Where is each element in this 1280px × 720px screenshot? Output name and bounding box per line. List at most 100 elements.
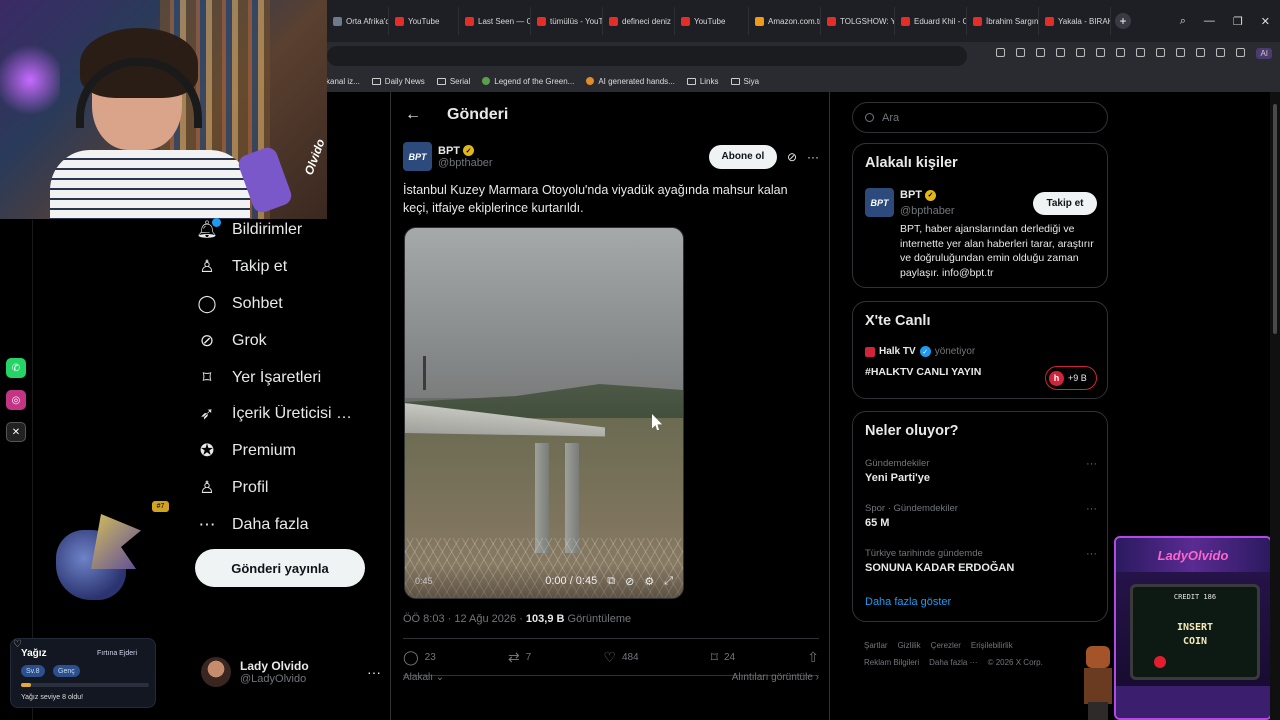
footer-link[interactable]: Çerezler <box>931 641 961 650</box>
browser-tab[interactable]: Eduard Khil - O <box>895 7 967 35</box>
profile-icon[interactable] <box>1156 48 1166 57</box>
browser-tab[interactable]: Last Seen — O <box>459 7 531 35</box>
shield-icon[interactable] <box>1056 48 1066 57</box>
follow-button[interactable]: Takip et <box>1033 192 1097 215</box>
author-handle[interactable]: @bpthaber <box>438 157 493 169</box>
trend-more-icon[interactable]: ··· <box>1086 458 1097 470</box>
browser-tab[interactable]: Orta Afrika'da <box>327 7 389 35</box>
bookmark-button[interactable]: ⌑ 24 <box>711 649 735 666</box>
bookmark-item[interactable]: kanal iz... <box>326 77 360 86</box>
footer-link[interactable]: Erişilebilirlik <box>971 641 1013 650</box>
grok-icon[interactable]: ⊘ <box>787 150 797 164</box>
show-more-link[interactable]: Daha fazla göster <box>865 596 951 608</box>
like-button[interactable]: ♡ 484 <box>603 649 638 666</box>
browser-tab[interactable]: YouTube <box>389 7 459 35</box>
captions-icon[interactable]: ⧉ <box>607 575 615 588</box>
live-topic[interactable]: #HALKTV CANLI YAYIN <box>865 366 981 378</box>
account-switcher[interactable]: Lady Olvido @LadyOlvido ··· <box>201 652 381 692</box>
bookmark-item[interactable]: AI generated hands... <box>586 77 675 86</box>
footer-link[interactable]: Daha fazla ··· <box>929 658 977 667</box>
close-window-icon[interactable]: ✕ <box>1261 15 1270 28</box>
related-logo[interactable]: BPT <box>865 188 894 217</box>
scrollbar-thumb[interactable] <box>1273 104 1277 334</box>
download-icon[interactable] <box>1116 48 1126 57</box>
related-name-row[interactable]: BPT ✓ <box>900 189 936 201</box>
camera-icon[interactable] <box>1036 48 1046 57</box>
footer-link[interactable]: Gizlilik <box>898 641 921 650</box>
new-tab-button[interactable]: + <box>1115 13 1131 29</box>
back-arrow-icon[interactable]: ← <box>405 106 421 124</box>
trend-more-icon[interactable]: ··· <box>1086 503 1097 515</box>
bookmark-item[interactable]: Daily News <box>371 77 425 86</box>
repost-button[interactable]: ⇄ 7 <box>508 649 531 666</box>
quotes-link[interactable]: Alıntıları görüntüle › <box>732 672 819 683</box>
footer-link[interactable]: Reklam Bilgileri <box>864 658 919 667</box>
browser-tab[interactable]: defineci deniz <box>603 7 675 35</box>
address-field[interactable] <box>327 46 967 66</box>
reply-button[interactable]: ◯ 23 <box>403 649 436 666</box>
menu-icon[interactable] <box>1136 48 1146 57</box>
instagram-icon[interactable]: ◎ <box>6 390 26 410</box>
browser-tab[interactable]: YouTube <box>675 7 749 35</box>
restore-icon[interactable]: ❐ <box>1233 15 1243 28</box>
related-handle[interactable]: @bpthaber <box>900 205 955 217</box>
sidebar-item-bell[interactable]: 🔔︎ Bildirimler <box>196 212 376 249</box>
browser-tab[interactable]: tümülüs - YouT <box>531 7 603 35</box>
zoom-icon[interactable] <box>996 48 1006 57</box>
footer-link[interactable]: © 2026 X Corp. <box>988 658 1043 667</box>
extension-icon-3[interactable] <box>1216 48 1226 57</box>
author-logo[interactable]: BPT <box>403 142 432 171</box>
page-scrollbar[interactable] <box>1270 92 1280 720</box>
more-options-icon[interactable]: ··· <box>807 150 819 164</box>
bookmark-item[interactable]: Legend of the Green... <box>482 77 574 86</box>
related-name[interactable]: BPT <box>900 189 922 201</box>
sidebar-item-person-add[interactable]: ♙ Takip et <box>196 249 376 286</box>
sidebar-item-person[interactable]: ♙ Profil <box>196 470 376 507</box>
bookmark-item[interactable]: Serial <box>436 77 470 86</box>
bookmark-item[interactable]: Siya <box>730 77 759 86</box>
extension-icon[interactable] <box>1176 48 1186 57</box>
live-listeners[interactable]: h +9 B <box>1045 366 1097 390</box>
sidebar-item-more-circle[interactable]: ⋯ Daha fazla <box>196 506 376 543</box>
ai-button[interactable]: AI <box>1256 48 1272 59</box>
edit-icon[interactable] <box>1016 48 1026 57</box>
subscribe-button[interactable]: Abone ol <box>708 144 777 169</box>
live-host[interactable]: Halk TV ✓ yönetiyor <box>865 346 975 357</box>
sidebar-item-verified[interactable]: ✪ Premium <box>196 433 376 470</box>
extension-icon-4[interactable] <box>1236 48 1246 57</box>
whatsapp-icon[interactable]: ✆ <box>6 358 26 378</box>
relevant-sort[interactable]: Alakalı ⌄ <box>403 672 444 683</box>
search-tabs-icon[interactable]: ⌕ <box>1180 15 1186 28</box>
trend-more-icon[interactable]: ··· <box>1086 548 1097 560</box>
x-icon[interactable]: ✕ <box>6 422 26 442</box>
trend-item[interactable]: Gündemdekiler Yeni Parti'ye ··· <box>865 458 1097 484</box>
author-name-row[interactable]: BPT ✓ <box>438 145 493 157</box>
sidebar-item-grok[interactable]: ⊘ Grok <box>196 322 376 359</box>
bookmark-item[interactable]: Links <box>686 77 719 86</box>
browser-tab[interactable]: Amazon.com.tr <box>749 7 821 35</box>
browser-tab[interactable]: İbrahim Sargın <box>967 7 1039 35</box>
browser-tab[interactable]: TOLGSHOW: Y <box>821 7 895 35</box>
heart-icon[interactable] <box>1096 48 1106 57</box>
video-player[interactable]: 0:45 0:00 / 0:45 ⧉ ⊘ ⚙ ⤢ <box>404 227 684 599</box>
more-icon[interactable]: ··· <box>367 664 381 680</box>
sidebar-item-chat[interactable]: ◯ Sohbet <box>196 286 376 323</box>
trend-item[interactable]: Spor · Gündemdekiler 65 M ··· <box>865 503 1097 529</box>
share-button[interactable]: ⇧ <box>807 649 819 666</box>
post-timestamp[interactable]: ÖÖ 8:03 · 12 Ağu 2026 · <box>403 613 526 625</box>
author-name[interactable]: BPT <box>438 145 460 157</box>
footer-link[interactable]: Şartlar <box>864 641 888 650</box>
mute-icon[interactable]: ⊘ <box>625 575 634 588</box>
tab-label: defineci deniz <box>622 16 671 26</box>
minimize-icon[interactable]: — <box>1204 15 1215 28</box>
trend-item[interactable]: Türkiye tarihinde gündemde SONUNA KADAR E… <box>865 548 1097 574</box>
fullscreen-icon[interactable]: ⤢ <box>664 575 673 588</box>
sidebar-item-rocket[interactable]: ➶ İçerik Üreticisi St... <box>196 396 376 433</box>
post-button[interactable]: Gönderi yayınla <box>195 549 365 587</box>
browser-tab[interactable]: Yakala - BIRAK <box>1039 7 1111 35</box>
search-box[interactable]: Ara <box>852 102 1108 133</box>
sidebar-item-bookmark[interactable]: ⌑ Yer İşaretleri <box>196 359 376 396</box>
extension-icon-2[interactable] <box>1196 48 1206 57</box>
play-icon[interactable] <box>1076 48 1086 57</box>
settings-icon[interactable]: ⚙ <box>644 575 654 588</box>
